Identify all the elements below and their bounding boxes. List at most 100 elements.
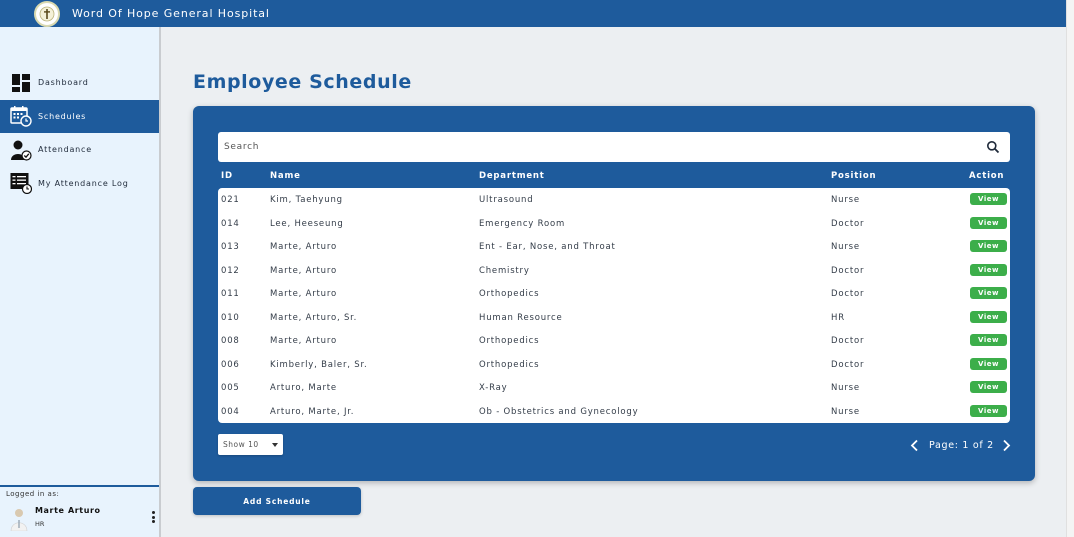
column-header-id[interactable]: ID [221, 171, 233, 181]
schedule-panel: ID Name Department Position Action 021 K… [193, 106, 1035, 481]
cell-id: 012 [221, 265, 240, 276]
user-panel: Logged in as: Marte Arturo HR [0, 485, 159, 537]
column-header-department[interactable]: Department [479, 171, 545, 181]
sidebar-item-label: Attendance [38, 145, 92, 155]
window-scrollbar[interactable] [1066, 0, 1074, 537]
view-button[interactable]: View [970, 381, 1007, 393]
cell-department: Orthopedics [479, 359, 540, 370]
table-row: 010 Marte, Arturo, Sr. Human Resource HR… [218, 306, 1010, 330]
hospital-logo [34, 0, 60, 27]
more-options-icon[interactable] [151, 511, 155, 523]
cell-id: 008 [221, 336, 240, 346]
view-button[interactable]: View [970, 240, 1007, 252]
cell-position: Nurse [831, 242, 860, 252]
cell-department: X-Ray [479, 383, 508, 393]
table-row: 012 Marte, Arturo Chemistry Doctor View [218, 259, 1010, 283]
column-header-name[interactable]: Name [270, 171, 301, 181]
table-row: 013 Marte, Arturo Ent - Ear, Nose, and T… [218, 235, 1010, 259]
sidebar-item-attendance-log[interactable]: My Attendance Log [0, 167, 159, 201]
column-header-action: Action [969, 171, 1005, 181]
sidebar-nav: Dashboard Schedules Attendance My Attend… [0, 66, 159, 200]
search-bar [218, 132, 1010, 162]
sidebar-item-label: Dashboard [38, 78, 89, 88]
cell-position: Doctor [831, 359, 865, 370]
table-row: 014 Lee, Heeseung Emergency Room Doctor … [218, 212, 1010, 236]
view-button[interactable]: View [970, 193, 1007, 205]
cell-id: 013 [221, 242, 240, 252]
chevron-right-icon [1003, 439, 1011, 451]
table-body: 021 Kim, Taehyung Ultrasound Nurse View … [218, 188, 1010, 423]
page-size-value: Show 10 [223, 440, 259, 449]
pagination: Page: 1 of 2 [907, 437, 1014, 453]
cell-id: 021 [221, 195, 240, 205]
sidebar-item-label: My Attendance Log [38, 178, 129, 188]
next-page-button[interactable] [1000, 437, 1014, 453]
cell-name: Marte, Arturo [270, 242, 337, 252]
cell-id: 006 [221, 359, 240, 370]
table-row: 021 Kim, Taehyung Ultrasound Nurse View [218, 188, 1010, 212]
sidebar: Dashboard Schedules Attendance My Attend… [0, 27, 161, 537]
cell-position: Nurse [831, 406, 860, 417]
cell-position: Doctor [831, 289, 865, 299]
table-row: 006 Kimberly, Baler, Sr. Orthopedics Doc… [218, 353, 1010, 377]
logged-in-label: Logged in as: [6, 490, 60, 498]
search-input[interactable] [218, 132, 986, 162]
cell-name: Marte, Arturo [270, 289, 337, 299]
user-name: Marte Arturo [35, 506, 101, 515]
calendar-clock-icon [10, 105, 32, 127]
user-role: HR [35, 520, 45, 528]
cell-name: Kimberly, Baler, Sr. [270, 359, 368, 370]
view-button[interactable]: View [970, 287, 1007, 299]
cell-id: 005 [221, 383, 240, 393]
cell-id: 004 [221, 406, 240, 417]
view-button[interactable]: View [970, 334, 1007, 346]
cell-department: Chemistry [479, 265, 530, 276]
cell-id: 010 [221, 312, 240, 323]
cross-icon [39, 6, 55, 21]
cell-name: Arturo, Marte, Jr. [270, 406, 355, 417]
prev-page-button[interactable] [907, 437, 921, 453]
cell-department: Ent - Ear, Nose, and Throat [479, 242, 616, 252]
cell-id: 014 [221, 218, 240, 229]
cell-position: Nurse [831, 383, 860, 393]
column-header-position[interactable]: Position [831, 171, 876, 181]
search-icon[interactable] [986, 140, 1000, 154]
table-row: 011 Marte, Arturo Orthopedics Doctor Vie… [218, 282, 1010, 306]
cell-name: Lee, Heeseung [270, 218, 344, 229]
table-header: ID Name Department Position Action [218, 168, 1010, 184]
cell-name: Marte, Arturo [270, 265, 337, 276]
view-button[interactable]: View [970, 404, 1007, 417]
cell-position: Doctor [831, 265, 865, 276]
log-list-icon [10, 172, 32, 195]
cell-position: Doctor [831, 336, 865, 346]
chevron-down-icon [272, 443, 278, 447]
user-check-icon [10, 139, 32, 161]
cell-department: Human Resource [479, 312, 563, 323]
table-row: 008 Marte, Arturo Orthopedics Doctor Vie… [218, 329, 1010, 353]
sidebar-item-attendance[interactable]: Attendance [0, 133, 159, 167]
dashboard-icon [10, 72, 32, 94]
cell-department: Orthopedics [479, 336, 540, 346]
table-row: 004 Arturo, Marte, Jr. Ob - Obstetrics a… [218, 400, 1010, 424]
chevron-left-icon [910, 439, 918, 451]
cell-name: Marte, Arturo [270, 336, 337, 346]
view-button[interactable]: View [970, 263, 1007, 276]
page-size-select[interactable]: Show 10 [218, 434, 283, 455]
view-button[interactable]: View [970, 357, 1007, 370]
cell-name: Kim, Taehyung [270, 195, 343, 205]
top-bar: Word Of Hope General Hospital [0, 0, 1066, 27]
cell-department: Orthopedics [479, 289, 540, 299]
cell-id: 011 [221, 289, 240, 299]
sidebar-item-schedules[interactable]: Schedules [0, 99, 159, 133]
sidebar-item-dashboard[interactable]: Dashboard [0, 66, 159, 100]
cell-name: Arturo, Marte [270, 383, 337, 393]
app-title: Word Of Hope General Hospital [72, 7, 270, 20]
page-indicator: Page: 1 of 2 [929, 439, 994, 451]
cell-department: Ob - Obstetrics and Gynecology [479, 406, 639, 417]
cell-department: Ultrasound [479, 195, 534, 205]
view-button[interactable]: View [970, 310, 1007, 323]
view-button[interactable]: View [970, 216, 1007, 229]
cell-position: HR [831, 312, 845, 323]
cell-position: Nurse [831, 195, 860, 205]
add-schedule-button[interactable]: Add Schedule [193, 487, 361, 515]
